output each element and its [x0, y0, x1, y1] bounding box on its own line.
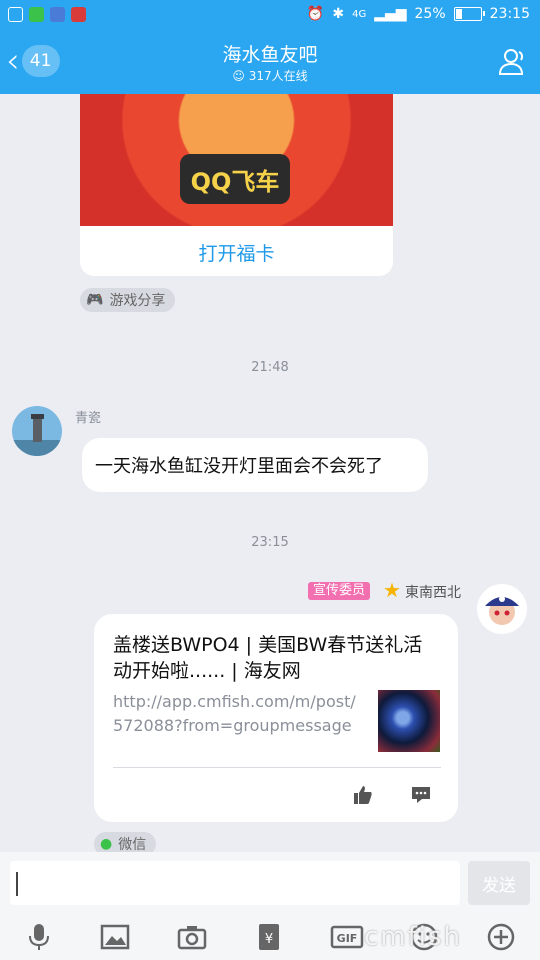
- network-label: 4G: [352, 8, 367, 20]
- status-time: 23:15: [489, 6, 530, 22]
- battery-icon: [453, 7, 485, 21]
- pirate-avatar-icon: [485, 596, 519, 625]
- link-thumbnail: [378, 690, 440, 752]
- source-tag-label: 微信: [118, 837, 147, 853]
- source-tag-game: 🎮 游戏分享: [80, 288, 176, 312]
- divider: [113, 767, 441, 768]
- timestamp: 21:48: [251, 360, 289, 375]
- sender-name: 青瓷: [75, 411, 102, 426]
- battery-level: [455, 9, 463, 19]
- screenshot-notification-icon: [8, 7, 23, 22]
- image-icon[interactable]: [100, 922, 130, 952]
- wechat-notification-icon: [29, 7, 44, 22]
- alarm-icon: ⏰: [306, 6, 325, 22]
- signal-icon: ▂▄▆: [374, 6, 407, 22]
- send-button[interactable]: 发送: [468, 861, 530, 905]
- avatar[interactable]: [12, 406, 62, 456]
- qq-notification-icon: [50, 7, 65, 22]
- svg-text:GIF: GIF: [337, 932, 358, 945]
- mic-icon[interactable]: [24, 922, 54, 952]
- app-notification-icon: [71, 7, 86, 22]
- lighthouse-avatar-icon: [12, 406, 62, 456]
- message-bubble[interactable]: 一天海水鱼缸没开灯里面会不会死了: [82, 438, 428, 492]
- status-bar: ⏰ ✱ 4G ▂▄▆ 25% 23:15: [0, 0, 540, 32]
- thumbs-up-icon[interactable]: [352, 784, 374, 806]
- wechat-icon: ●: [100, 836, 113, 852]
- game-share-card[interactable]: QQ飞车 打开福卡: [80, 94, 393, 276]
- notification-icons: [8, 7, 86, 22]
- text-caret: [16, 872, 18, 896]
- svg-text:¥: ¥: [265, 932, 273, 947]
- message-text: 一天海水鱼缸没开灯里面会不会死了: [95, 456, 383, 477]
- game-logo: QQ飞车: [180, 154, 290, 204]
- sender-name: 東南西北: [405, 585, 461, 601]
- link-message-bubble[interactable]: 盖楼送BWPO4 | 美国BW春节送礼活动开始啦...... | 海友网 htt…: [94, 614, 458, 822]
- card-image: QQ飞车: [80, 94, 393, 226]
- avatar[interactable]: [477, 584, 527, 634]
- role-badge: 宣传委员: [308, 582, 371, 600]
- source-tag-label: 游戏分享: [109, 293, 166, 309]
- gif-icon[interactable]: GIF: [330, 922, 364, 952]
- red-packet-icon[interactable]: ¥: [254, 922, 284, 952]
- comment-icon[interactable]: [410, 784, 432, 806]
- online-icon: ☺: [232, 69, 249, 83]
- link-url: http://app.cmfish.com/m/post/572088?from…: [113, 692, 356, 735]
- link-title: 盖楼送BWPO4 | 美国BW春节送礼活动开始啦...... | 海友网: [113, 634, 423, 682]
- online-count-text: 317人在线: [248, 69, 308, 83]
- open-card-link[interactable]: 打开福卡: [80, 239, 393, 266]
- plus-icon[interactable]: [486, 922, 516, 952]
- star-icon: ★: [383, 578, 401, 602]
- system-indicators: ⏰ ✱ 4G ▂▄▆ 25% 23:15: [307, 6, 530, 22]
- group-members-icon[interactable]: [496, 46, 528, 78]
- battery-percent: 25%: [414, 6, 446, 22]
- bluetooth-icon: ✱: [332, 6, 345, 22]
- group-title: 海水鱼友吧: [222, 44, 318, 66]
- chat-header: ‹ 41 海水鱼友吧 ☺ 317人在线: [0, 32, 540, 94]
- timestamp: 23:15: [251, 535, 289, 550]
- message-input[interactable]: [10, 861, 460, 905]
- camera-icon[interactable]: [177, 922, 207, 952]
- gamepad-icon: 🎮: [86, 292, 104, 308]
- online-count: ☺ 317人在线: [0, 67, 540, 84]
- watermark: cmfish: [364, 922, 463, 952]
